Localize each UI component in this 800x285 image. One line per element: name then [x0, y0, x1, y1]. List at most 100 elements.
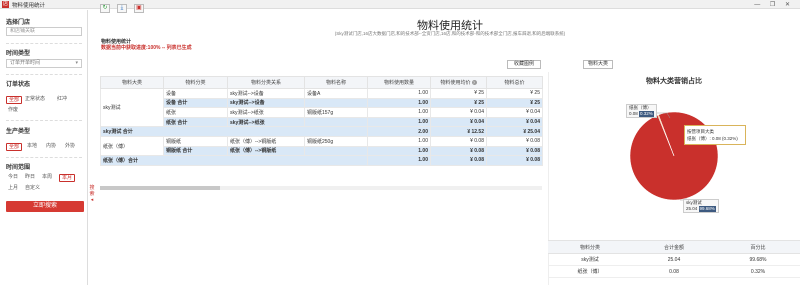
export-button[interactable]: ⤓ [117, 4, 127, 13]
table-row: 纸张（傅） 铜版纸 纸张（傅）-->铜版纸 铜版纸250g 1.00 ¥ 0.0… [100, 135, 543, 157]
table-cell: ¥ 25 [486, 88, 543, 99]
legend-cell: 0.32% [716, 265, 800, 278]
table-cell: ¥ 12.52 [430, 126, 487, 137]
table-cell: ¥ 25 [486, 97, 543, 109]
table-cell: ¥ 0.08 [430, 155, 487, 166]
time-range-custom[interactable]: 自定义 [23, 185, 42, 193]
column-header[interactable]: 物料名称 [304, 76, 368, 89]
legend-cell: 0.08 [632, 265, 716, 278]
time-range-today[interactable]: 今日 [6, 174, 20, 182]
column-header[interactable]: 物料使用均价? [430, 76, 487, 89]
table-cell: 1.00 [367, 135, 431, 147]
table-cell: 铜版纸 [163, 135, 228, 147]
legend-cell: sky测试 [548, 253, 632, 266]
table-cell: ¥ 0.04 [430, 107, 487, 118]
time-type-select[interactable]: 订单开单时间 ▾ [6, 59, 82, 68]
table-cell: 铜版纸 合计 [163, 145, 228, 157]
store-input[interactable]: 和店铺关联 [6, 27, 82, 36]
order-status-all[interactable]: 全部 [6, 96, 23, 104]
pie-label-value: 25.04 [686, 206, 698, 211]
sidebar-collapse-tab[interactable]: 搜索 ◂ [89, 185, 95, 211]
divider [6, 74, 82, 75]
table-cell: ¥ 25 [430, 97, 487, 109]
column-header[interactable]: 物料总价 [486, 76, 543, 89]
production-type-local[interactable]: 本地 [25, 143, 39, 151]
table-cell: sky测试-->纸张 [227, 116, 305, 128]
production-type-internal[interactable]: 内协 [44, 143, 58, 151]
table-cell: 1.00 [367, 145, 431, 157]
table-cell-category: 纸张（傅） [100, 135, 164, 157]
column-header[interactable]: 物料大类 [100, 76, 164, 89]
chevron-down-icon: ▾ [75, 60, 78, 66]
table-row-subtotal: 设备 合计 sky测试-->设备 1.00 ¥ 25 ¥ 25 [101, 97, 543, 109]
column-header[interactable]: 物料分类关系 [227, 76, 305, 89]
tooltip-body: 纸张（傅）: 0.08 (0.32%) [687, 136, 738, 141]
table-row-subtotal: 铜版纸 合计 纸张（傅）-->铜版纸 1.00 ¥ 0.08 ¥ 0.08 [101, 145, 543, 157]
time-range-this-week[interactable]: 本周 [40, 174, 54, 182]
table-cell: 设备 [163, 88, 228, 99]
order-status-reversed[interactable]: 红冲 [55, 96, 69, 104]
table-cell: 纸张 [163, 107, 228, 118]
column-header[interactable]: 物料分类 [548, 240, 632, 254]
time-range-last-month[interactable]: 上月 [6, 185, 20, 193]
collect-legend-button[interactable]: 收藏图例 [507, 60, 541, 69]
store-label: 选择门店 [6, 20, 31, 26]
table-cell: 1.00 [367, 155, 431, 166]
time-type-label: 时间类型 [6, 51, 31, 57]
table-cell: 铜版纸250g [304, 135, 368, 147]
table-header-row: 物料大类 物料分类 物料分类关系 物料名称 物料使用数量 物料使用均价? 物料总… [100, 76, 543, 89]
pie-label-percent: 99.68% [698, 206, 716, 212]
print-icon: ▣ [136, 5, 142, 11]
legend-cell: 纸张（傅） [548, 265, 632, 278]
legend-table: 物料分类 合计金额 百分比 sky测试 25.04 99.68% 纸张（傅） 0… [548, 240, 800, 278]
column-header-label: 物料使用均价 [440, 80, 471, 86]
table-cell: 设备 合计 [163, 97, 228, 109]
column-header[interactable]: 物料分类 [163, 76, 228, 89]
table-cell: 1.00 [367, 107, 431, 118]
table-cell: ¥ 0.08 [430, 145, 487, 157]
order-status-label: 订单状态 [6, 82, 31, 88]
time-type-value: 订单开单时间 [10, 60, 41, 66]
window-controls[interactable]: — ❐ ✕ [754, 1, 794, 8]
time-range-yesterday[interactable]: 昨日 [23, 174, 37, 182]
production-type-all[interactable]: 全部 [6, 143, 23, 151]
table-row-total: 纸张（傅）合计 1.00 ¥ 0.08 ¥ 0.08 [100, 155, 543, 166]
table-cell: ¥ 0.08 [486, 155, 543, 166]
legend-header-row: 物料分类 合计金额 百分比 [548, 240, 800, 254]
table-cell-category: sky测试 [100, 87, 164, 128]
filter-sidebar: 选择门店 和店铺关联 时间类型 订单开单时间 ▾ 订单状态 全部 正常状态 红冲… [0, 10, 88, 285]
divider [6, 157, 82, 158]
pie-label-name: sky测试 [686, 200, 702, 205]
tooltip-title: 按营项目大类 [687, 129, 714, 134]
production-type-external[interactable]: 外协 [63, 143, 77, 151]
help-icon[interactable]: ? [471, 80, 477, 85]
column-header[interactable]: 合计金额 [632, 240, 716, 254]
print-button[interactable]: ▣ [134, 4, 144, 13]
order-status-normal[interactable]: 正常状态 [23, 96, 47, 104]
chart-tab-category[interactable]: 物料大类 [583, 60, 613, 69]
report-subtitle: (Sky测试门店,16店大数据门店,和的技术部--全资门店,16店,和的技术部-… [334, 31, 566, 36]
time-range-this-month[interactable]: 本月 [59, 174, 76, 182]
pie-label-paper: 纸张（傅） 0.08 0.32% [626, 104, 657, 118]
table-cell: 纸张（傅）-->铜版纸 [227, 145, 305, 157]
column-header[interactable]: 物料使用数量 [367, 76, 431, 89]
refresh-button[interactable]: ↻ [100, 4, 110, 13]
column-header[interactable]: 百分比 [716, 240, 800, 254]
table-cell: sky测试 合计 [100, 126, 368, 137]
legend-row: 纸张（傅） 0.08 0.32% [548, 265, 800, 278]
export-icon: ⤓ [120, 5, 124, 11]
order-status-void[interactable]: 作废 [6, 107, 20, 115]
table-cell [304, 116, 368, 128]
table-row: 纸张 sky测试-->纸张 铜版纸157g 1.00 ¥ 0.04 ¥ 0.04 [101, 107, 543, 118]
table-cell: sky测试-->设备 [227, 88, 305, 99]
table-cell: 2.00 [367, 126, 431, 137]
divider [6, 43, 82, 44]
table-cell: ¥ 0.08 [486, 135, 543, 147]
table-cell: ¥ 0.04 [486, 107, 543, 118]
table-cell: ¥ 0.08 [486, 145, 543, 157]
scrollbar-thumb[interactable] [100, 186, 220, 190]
table-cell: 铜版纸157g [304, 107, 368, 118]
query-button[interactable]: 立即搜索 [6, 201, 84, 212]
table-cell: ¥ 0.04 [430, 116, 487, 128]
app-logo-icon: 店 [2, 1, 9, 8]
